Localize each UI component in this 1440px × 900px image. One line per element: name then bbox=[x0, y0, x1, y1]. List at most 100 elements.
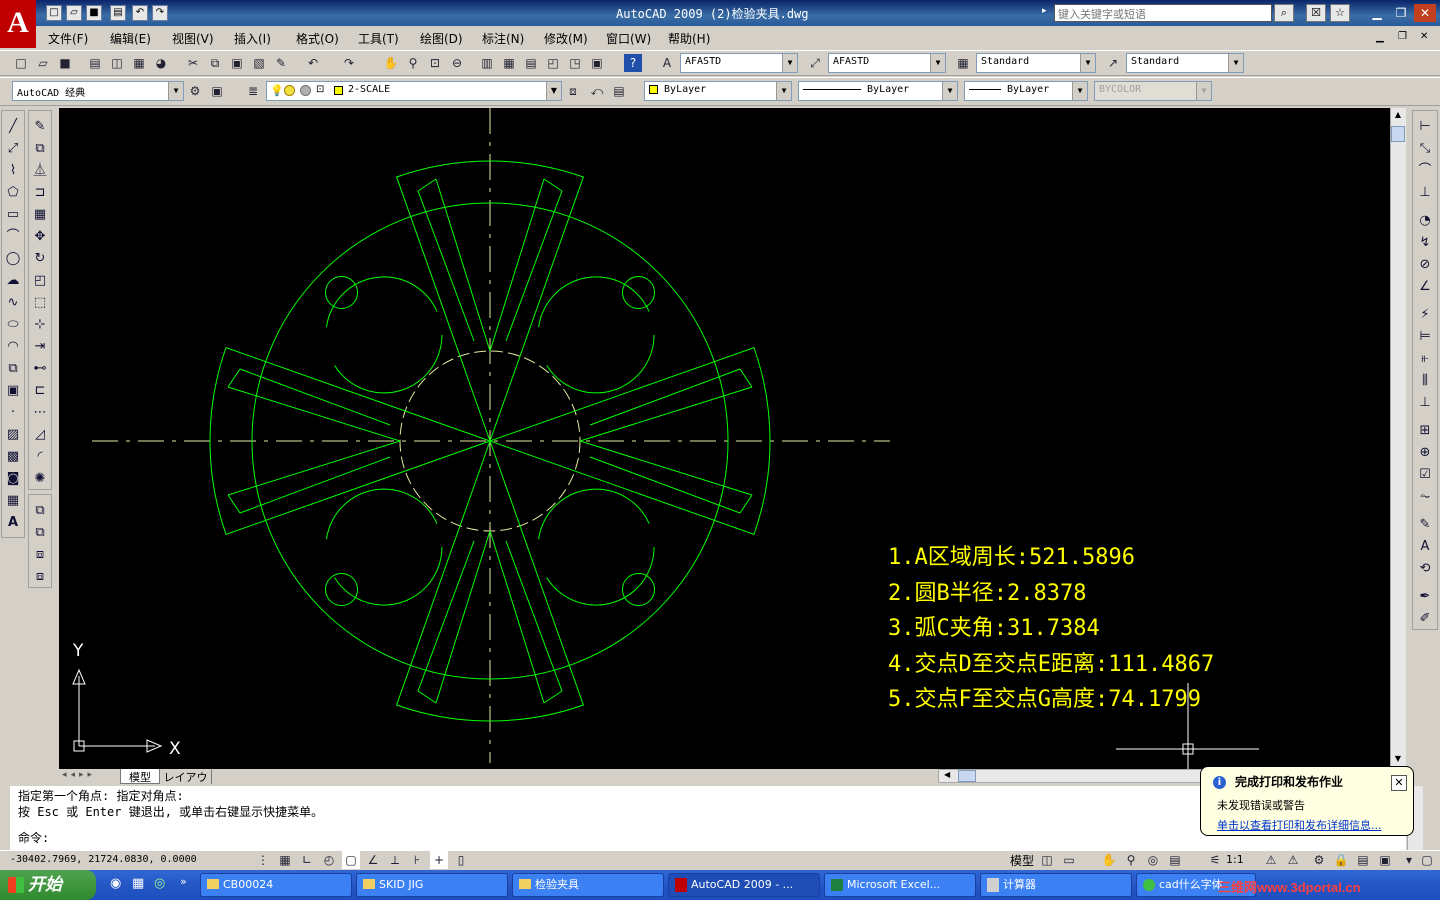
auto-scale-icon[interactable]: ⚠ bbox=[1284, 851, 1302, 869]
layer-states-icon[interactable]: ▤ bbox=[610, 82, 628, 100]
open-file-icon[interactable]: ▱ bbox=[34, 54, 52, 72]
scroll-up-icon[interactable]: ▲ bbox=[1392, 110, 1404, 122]
layer-previous-icon[interactable]: ⤺ bbox=[588, 82, 606, 100]
angular-dim-icon[interactable]: ∠ bbox=[1414, 276, 1436, 298]
break-icon[interactable]: ⊏ bbox=[29, 380, 51, 402]
arc-icon[interactable]: ⌒ bbox=[2, 226, 24, 248]
break-at-point-icon[interactable]: ⊷ bbox=[29, 358, 51, 380]
stretch-icon[interactable]: ⬚ bbox=[29, 292, 51, 314]
object-snap-icon[interactable]: ▢ bbox=[342, 851, 360, 869]
multileader-style-icon[interactable]: ↗ bbox=[1104, 54, 1122, 72]
close-icon[interactable]: ✕ bbox=[1414, 4, 1436, 22]
rectangle-icon[interactable]: ▭ bbox=[2, 204, 24, 226]
lineweight-select[interactable]: ByLayer ▼ bbox=[964, 81, 1088, 101]
undo-toolbar-icon[interactable]: ↶ bbox=[304, 54, 322, 72]
array-icon[interactable]: ▦ bbox=[29, 204, 51, 226]
search-expand-icon[interactable]: ▸ bbox=[1042, 6, 1047, 16]
favorites-icon[interactable]: ☆ bbox=[1330, 4, 1350, 22]
notification-balloon[interactable]: i 完成打印和发布作业 未发现错误或警告 单击以查看打印和发布详细信息... ✕ bbox=[1200, 766, 1414, 836]
menu-draw[interactable]: 绘图(D) bbox=[420, 30, 463, 47]
gradient-icon[interactable]: ▩ bbox=[2, 446, 24, 468]
make-block-icon[interactable]: ▣ bbox=[2, 380, 24, 402]
menu-edit[interactable]: 编辑(E) bbox=[110, 30, 151, 47]
lineweight-toggle-icon[interactable]: + bbox=[430, 851, 448, 869]
erase-icon[interactable]: ✎ bbox=[29, 116, 51, 138]
table-icon[interactable]: ▦ bbox=[2, 490, 24, 512]
doc-close-icon[interactable]: ✕ bbox=[1420, 31, 1428, 42]
markup-icon[interactable]: ◳ bbox=[566, 54, 584, 72]
tab-model[interactable]: 模型 bbox=[120, 769, 160, 784]
task-autocad[interactable]: AutoCAD 2009 - ... bbox=[668, 873, 820, 897]
polygon-icon[interactable]: ⬠ bbox=[2, 182, 24, 204]
cut-icon[interactable]: ✂ bbox=[184, 54, 202, 72]
dim-update-icon[interactable]: ⟲ bbox=[1414, 558, 1436, 580]
dim-text-edit-icon[interactable]: A bbox=[1414, 536, 1436, 558]
layout-view-2-icon[interactable]: ▭ bbox=[1060, 851, 1078, 869]
circle-icon[interactable]: ◯ bbox=[2, 248, 24, 270]
layout-view-icon[interactable]: ◫ bbox=[1038, 851, 1056, 869]
dim-space-icon[interactable]: ⫼ bbox=[1414, 370, 1436, 392]
radius-dim-icon[interactable]: ◔ bbox=[1414, 210, 1436, 232]
close-balloon-icon[interactable]: ✕ bbox=[1391, 775, 1407, 791]
workspace-lock-icon[interactable]: ▣ bbox=[208, 82, 226, 100]
bring-above-icon[interactable]: ⧈ bbox=[29, 544, 51, 566]
copy-object-icon[interactable]: ⧉ bbox=[29, 138, 51, 160]
save-icon[interactable]: ■ bbox=[86, 5, 102, 21]
menu-insert[interactable]: 插入(I) bbox=[234, 30, 271, 47]
pan-status-icon[interactable]: ✋ bbox=[1100, 851, 1118, 869]
jogged-linear-icon[interactable]: ⏦ bbox=[1414, 486, 1436, 508]
ellipse-arc-icon[interactable]: ◠ bbox=[2, 336, 24, 358]
workspace-switch-icon[interactable]: ⚙ bbox=[1310, 851, 1328, 869]
3d-dwf-icon[interactable]: ◕ bbox=[152, 54, 170, 72]
tab-layout1[interactable]: レイアウト1 bbox=[160, 769, 212, 800]
redo-toolbar-icon[interactable]: ↷ bbox=[340, 54, 358, 72]
balloon-details-link[interactable]: 单击以查看打印和发布详细信息... bbox=[1217, 817, 1405, 833]
region-icon[interactable]: ◙ bbox=[2, 468, 24, 490]
design-center-icon[interactable]: ▦ bbox=[500, 54, 518, 72]
search-input[interactable]: 键入关键字或短语 bbox=[1054, 4, 1272, 22]
quickcalc-icon[interactable]: ▣ bbox=[588, 54, 606, 72]
save-file-icon[interactable]: ■ bbox=[56, 54, 74, 72]
offset-icon[interactable]: ⊐ bbox=[29, 182, 51, 204]
menu-help[interactable]: 帮助(H) bbox=[668, 30, 710, 47]
trim-icon[interactable]: ⊹ bbox=[29, 314, 51, 336]
new-icon[interactable]: □ bbox=[46, 5, 62, 21]
qnew-icon[interactable]: □ bbox=[12, 54, 30, 72]
polar-tracking-icon[interactable]: ◴ bbox=[320, 851, 338, 869]
send-to-back-icon[interactable]: ⧉ bbox=[29, 522, 51, 544]
rotate-icon[interactable]: ↻ bbox=[29, 248, 51, 270]
steering-wheel-icon[interactable]: ◎ bbox=[1144, 851, 1162, 869]
zoom-previous-icon[interactable]: ⊖ bbox=[448, 54, 466, 72]
extend-icon[interactable]: ⇥ bbox=[29, 336, 51, 358]
hscroll-thumb[interactable] bbox=[958, 770, 976, 782]
quicklaunch-desktop-icon[interactable]: ▦ bbox=[132, 876, 144, 891]
zoom-window-icon[interactable]: ⊡ bbox=[426, 54, 444, 72]
task-excel[interactable]: Microsoft Excel... bbox=[824, 873, 976, 897]
continue-dim-icon[interactable]: ⫦ bbox=[1414, 348, 1436, 370]
zoom-status-icon[interactable]: ⚲ bbox=[1122, 851, 1140, 869]
ellipse-icon[interactable]: ⬭ bbox=[2, 314, 24, 336]
dim-style-manager-icon[interactable]: ✒ bbox=[1414, 586, 1436, 608]
status-menu-icon[interactable]: ▾ bbox=[1400, 851, 1418, 869]
arc-length-icon[interactable]: ⌒ bbox=[1414, 160, 1436, 182]
revision-cloud-icon[interactable]: ☁ bbox=[2, 270, 24, 292]
menu-tools[interactable]: 工具(T) bbox=[358, 30, 399, 47]
communication-center-icon[interactable]: ☒ bbox=[1306, 4, 1326, 22]
grid-display-icon[interactable]: ▦ bbox=[276, 851, 294, 869]
undo-icon[interactable]: ↶ bbox=[132, 5, 148, 21]
toolbar-lock-icon[interactable]: 🔒 bbox=[1332, 851, 1350, 869]
scale-icon[interactable]: ◰ bbox=[29, 270, 51, 292]
menu-dimension[interactable]: 标注(N) bbox=[482, 30, 524, 47]
line-icon[interactable]: ╱ bbox=[2, 116, 24, 138]
dynamic-ucs-icon[interactable]: ⟂ bbox=[386, 851, 404, 869]
hatch-icon[interactable]: ▨ bbox=[2, 424, 24, 446]
workspace-select[interactable]: AutoCAD 经典 ▼ bbox=[12, 81, 184, 101]
spline-icon[interactable]: ∿ bbox=[2, 292, 24, 314]
minimize-icon[interactable]: ▁ bbox=[1366, 4, 1388, 22]
fillet-icon[interactable]: ◜ bbox=[29, 446, 51, 468]
app-menu-button[interactable]: A bbox=[0, 0, 36, 48]
vertical-scrollbar[interactable] bbox=[1390, 108, 1406, 769]
scroll-left-icon[interactable]: ◀ bbox=[944, 770, 950, 779]
showmotion-icon[interactable]: ▤ bbox=[1166, 851, 1184, 869]
dynamic-input-icon[interactable]: ⊦ bbox=[408, 851, 426, 869]
